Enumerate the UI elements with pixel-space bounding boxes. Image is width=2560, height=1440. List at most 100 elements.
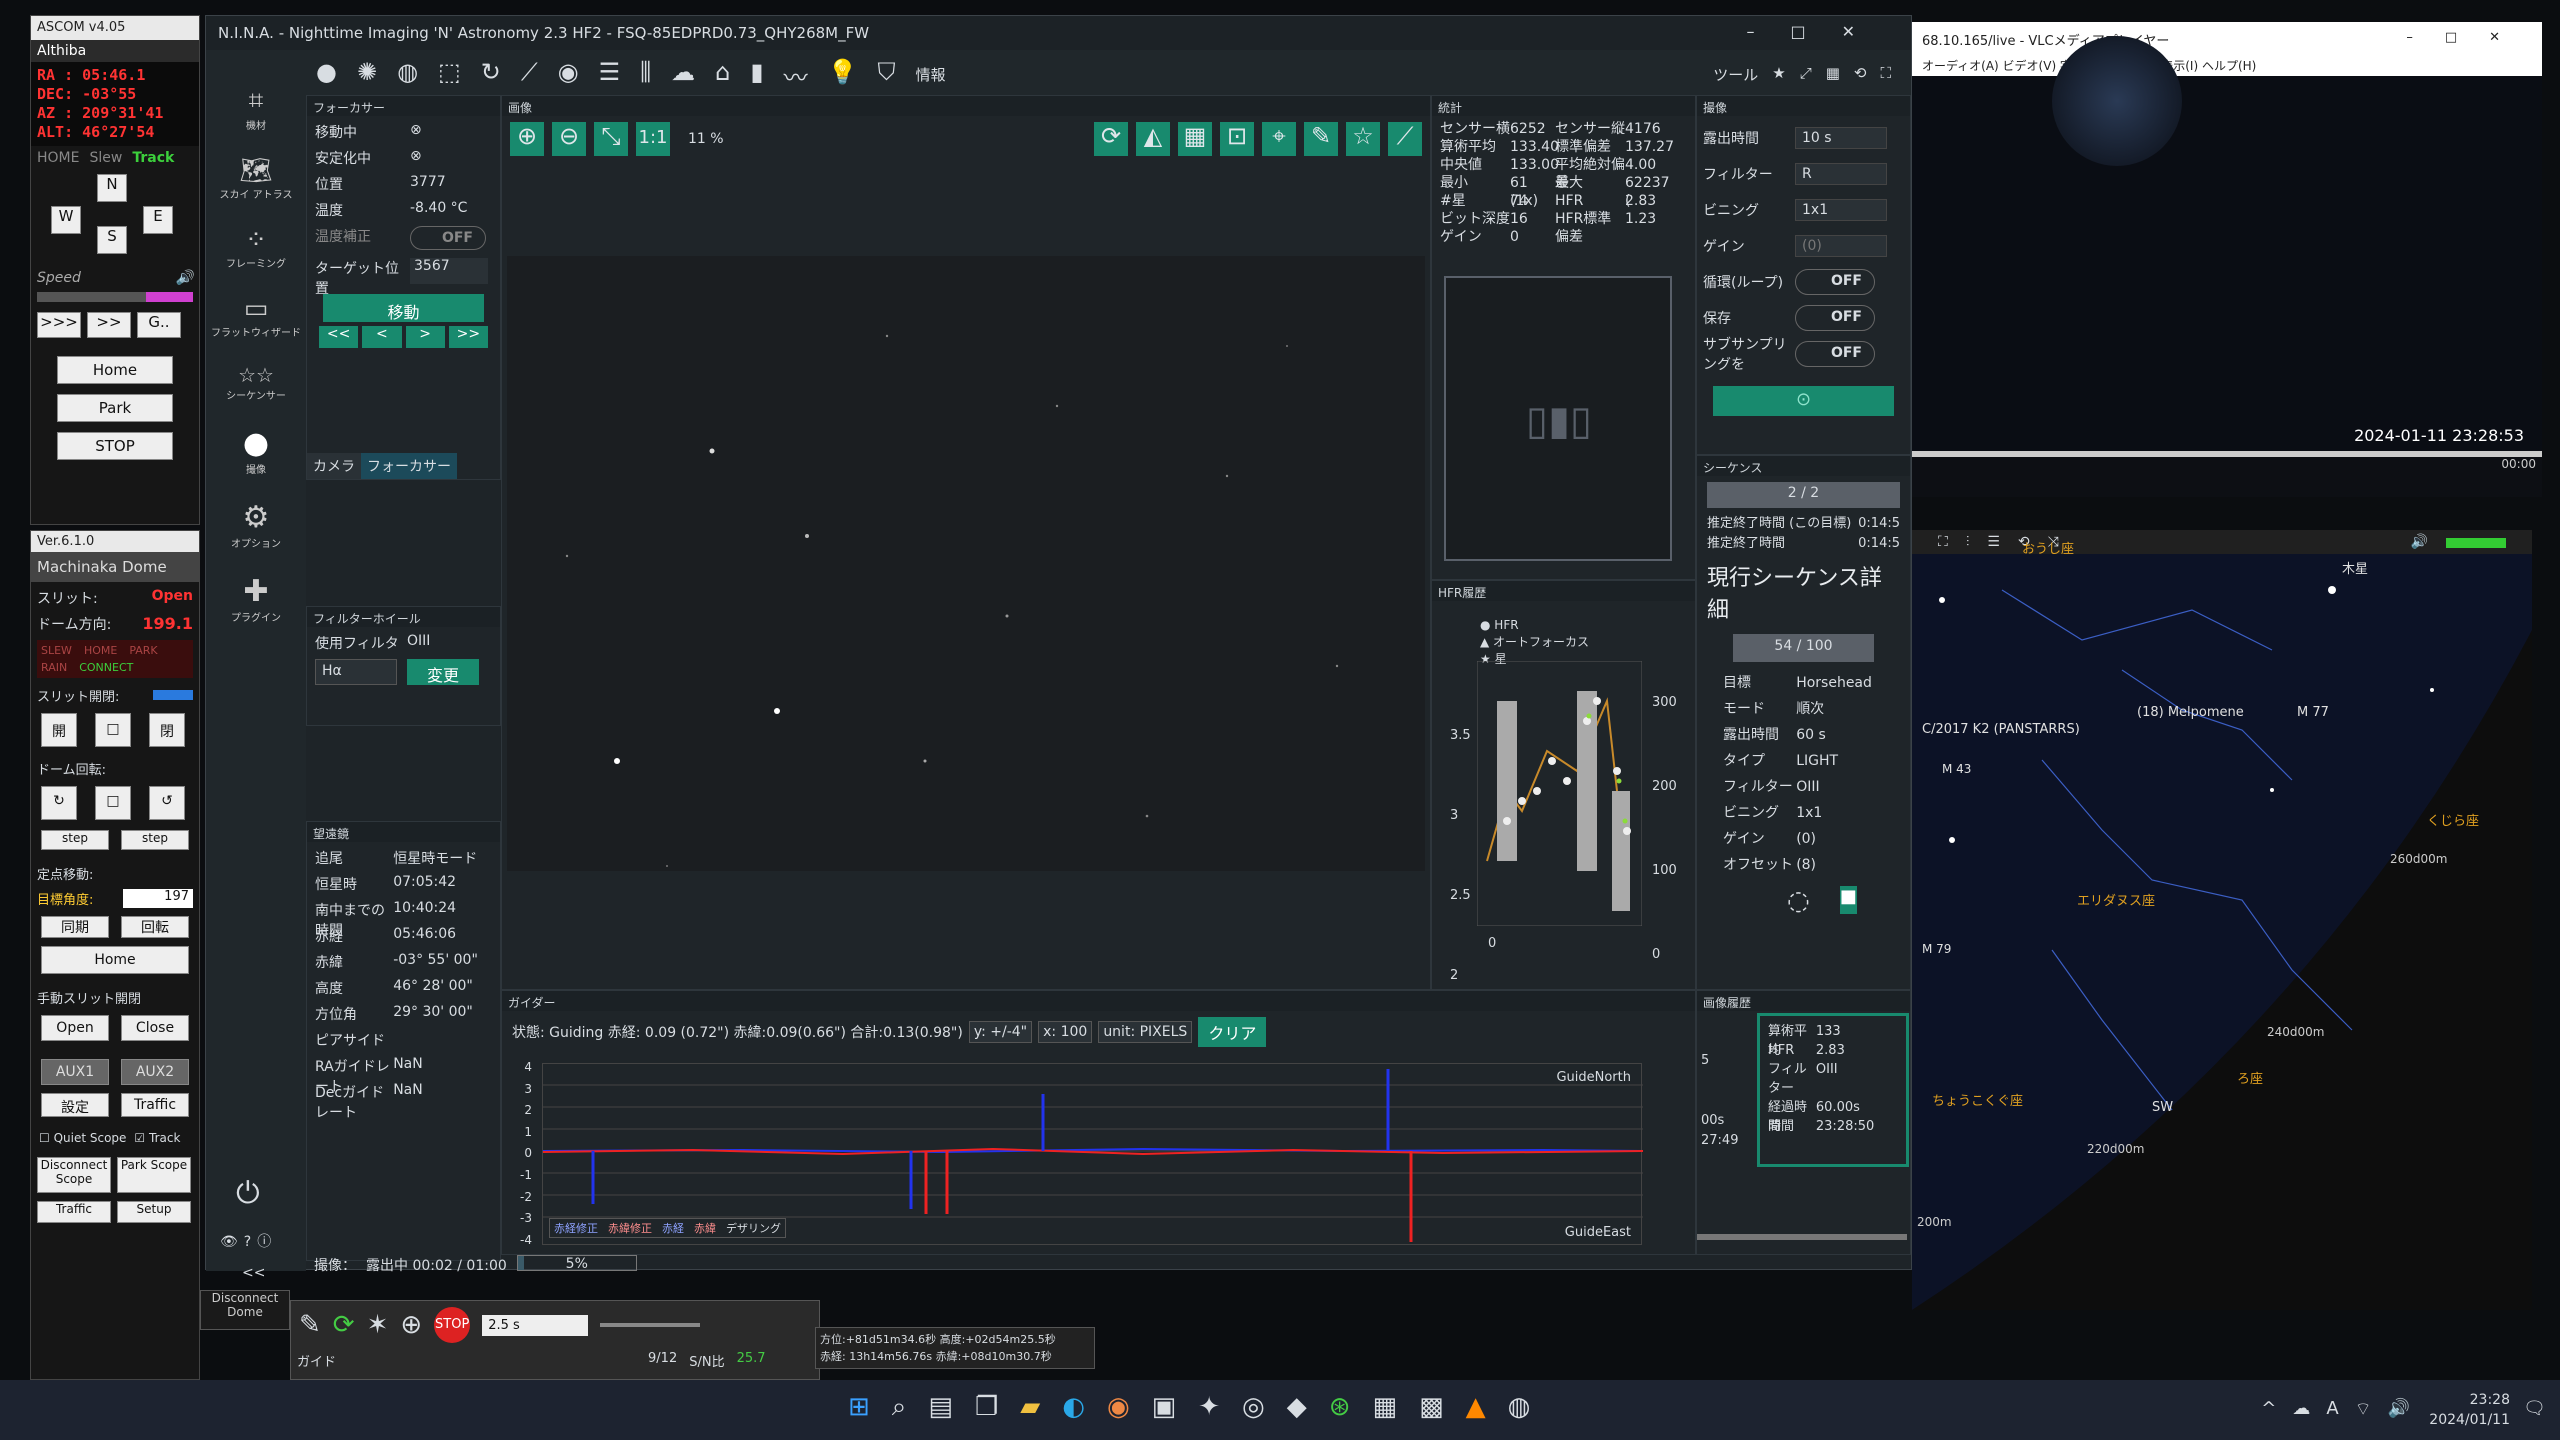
imaging-toggle[interactable]: OFF (1795, 305, 1875, 331)
one-to-one-button[interactable]: 1:1 (636, 122, 670, 156)
history-scrollbar[interactable] (1697, 1234, 1907, 1240)
calc-icon[interactable]: ▦ (1372, 1392, 1397, 1423)
setup-button[interactable]: Setup (117, 1201, 191, 1223)
imaging-toggle[interactable]: OFF (1795, 269, 1875, 295)
rotate-image-icon[interactable]: ⟳ (1094, 122, 1128, 156)
folder-icon[interactable]: ▰ (1020, 1392, 1040, 1423)
sidebar-framing[interactable]: ⁘ フレーミング (226, 225, 286, 270)
rotate-stop-button[interactable]: □ (95, 786, 131, 820)
phd-icon[interactable]: ◆ (1287, 1392, 1307, 1423)
volume-icon[interactable]: 🔊 (2411, 534, 2428, 550)
step-left-button[interactable]: step (41, 830, 109, 850)
imaging-setting-input[interactable]: R (1795, 163, 1887, 185)
playlist-icon[interactable]: ☰ (1987, 534, 2000, 550)
star-detect-icon[interactable]: ☆ (1346, 122, 1380, 156)
disconnect-dome-button[interactable]: Disconnect Dome (200, 1290, 290, 1330)
chevron-up-icon[interactable]: ^ (2261, 1398, 2276, 1421)
rotator-icon[interactable]: ⬚ (438, 58, 461, 93)
wifi-icon[interactable]: ⌔ (2355, 1398, 2372, 1421)
target-app-icon[interactable]: ⊛ (1329, 1392, 1351, 1423)
west-button[interactable]: W (51, 206, 81, 234)
speed-bar[interactable] (37, 292, 193, 302)
traffic-button[interactable]: Traffic (37, 1201, 111, 1223)
sidebar-plugins[interactable]: ✚ プラグイン (231, 574, 281, 624)
chrome-icon[interactable]: ◉ (1107, 1392, 1130, 1423)
north-button[interactable]: N (97, 174, 127, 202)
slit-stop-button[interactable]: □ (95, 713, 131, 747)
volume-bar[interactable] (2446, 538, 2506, 548)
imaging-toggle[interactable]: OFF (1795, 341, 1875, 367)
rotate-cw-button[interactable]: ↺ (149, 786, 185, 820)
target-position-input[interactable]: 3567 (410, 258, 488, 284)
rotate-button[interactable]: 回転 (121, 916, 189, 938)
y-scale-select[interactable]: y: +/-4" (968, 1021, 1033, 1043)
aux1-button[interactable]: AUX1 (41, 1059, 109, 1085)
vlc-video[interactable]: 2024-01-11 23:28:53 (1912, 36, 2542, 451)
rotate-ccw-button[interactable]: ↻ (41, 786, 77, 820)
temp-comp-toggle[interactable]: OFF (410, 226, 486, 250)
eq-icon[interactable]: ⫶ (1966, 534, 1970, 550)
start-icon[interactable]: ⊞ (848, 1392, 870, 1423)
history-thumb[interactable]: 算術平均 133 HFR 2.83 フィルター OIII 経過時間 60.00s 時間 23:28… (1757, 1013, 1909, 1167)
sequence-stop-button[interactable]: ■ (1839, 886, 1857, 914)
layout-icon[interactable]: ⤢ (1800, 64, 1812, 85)
flip-icon[interactable]: ◭ (1136, 122, 1170, 156)
star-select-icon[interactable]: ✶ (367, 1310, 389, 1340)
unit-select[interactable]: unit: PIXELS (1098, 1021, 1193, 1043)
exposure-select[interactable]: 2.5 s (482, 1314, 589, 1336)
focuser-icon[interactable]: ◍ (397, 58, 418, 93)
volume-icon[interactable]: 🔊 (2388, 1398, 2410, 1421)
speaker-icon[interactable]: 🔊 (176, 270, 193, 286)
collapse-icon[interactable]: << (242, 1265, 265, 1281)
filter-select[interactable]: Hα (315, 659, 397, 685)
south-button[interactable]: S (97, 226, 127, 254)
aux2-button[interactable]: AUX2 (121, 1059, 189, 1085)
stellarium-icon[interactable]: ◍ (1508, 1392, 1531, 1423)
star-image[interactable] (507, 256, 1425, 871)
imaging-setting-input[interactable]: (0) (1795, 235, 1887, 257)
manual-close-button[interactable]: Close (121, 1015, 189, 1041)
grid-overlay-icon[interactable]: ▦ (1178, 122, 1212, 156)
vlc-window-controls[interactable]: –□✕ (2406, 30, 2532, 45)
x-scale-select[interactable]: x: 100 (1038, 1021, 1093, 1043)
dome-settings-button[interactable]: 設定 (41, 1093, 109, 1117)
vlc-icon[interactable]: ▲ (1466, 1392, 1486, 1423)
sidebar-flatwizard[interactable]: ▭ フラットウィザード (211, 294, 301, 339)
history-icon[interactable]: ⟲ (1854, 64, 1867, 85)
gamma-slider[interactable] (600, 1323, 701, 1327)
tools-button[interactable]: ツール (1713, 64, 1758, 85)
speed-mid-button[interactable]: >> (87, 312, 131, 338)
sidebar-equipment[interactable]: ⌗ 機材 (246, 86, 266, 132)
sync-button[interactable]: 同期 (41, 916, 109, 938)
help-icons[interactable]: 👁?ⓘ (220, 1231, 277, 1251)
autostretch-icon[interactable]: ✎ (1304, 122, 1338, 156)
annotate-icon[interactable]: ⊡ (1220, 122, 1254, 156)
dome-home-button[interactable]: Home (41, 946, 189, 974)
disconnect-scope-button[interactable]: Disconnect Scope (37, 1157, 111, 1193)
nina-icon[interactable]: ◎ (1242, 1392, 1265, 1423)
target-angle-input[interactable]: 197 (123, 889, 193, 908)
focuser-in-button[interactable]: < (362, 326, 402, 348)
zoom-in-icon[interactable]: ⊕ (510, 122, 544, 156)
tab-focuser[interactable]: フォーカサー (361, 453, 457, 479)
taskview-icon[interactable]: ❐ (975, 1392, 998, 1423)
sidebar-skyatlas[interactable]: 🗺 スカイ アトラス (220, 156, 293, 201)
photo-icon[interactable]: ▣ (1152, 1392, 1177, 1423)
speed-fast-button[interactable]: >>> (37, 312, 81, 338)
park-scope-button[interactable]: Park Scope (117, 1157, 191, 1193)
filterwheel-icon[interactable]: ✺ (357, 58, 377, 93)
switch-icon[interactable]: ☰ (599, 58, 621, 93)
astro-icon[interactable]: ✦ (1198, 1392, 1220, 1423)
telescope-icon[interactable]: ⟋ (521, 58, 538, 93)
guider-icon[interactable]: ◉ (558, 58, 579, 93)
fullscreen-icon[interactable]: ⛶ (1938, 534, 1948, 550)
cloud-icon[interactable]: ☁ (2292, 1398, 2310, 1421)
flatpanel-icon[interactable]: ⫼ (640, 58, 651, 93)
power-icon[interactable]: ⏻ (236, 1176, 260, 1211)
quiet-checkbox[interactable]: ☐ Quiet Scope (39, 1131, 126, 1145)
search-icon[interactable]: ⌕ (892, 1392, 907, 1423)
guider-clear-button[interactable]: クリア (1198, 1017, 1267, 1047)
capture-button[interactable]: ⊙ (1713, 386, 1894, 416)
dome-traffic-button[interactable]: Traffic (121, 1093, 189, 1117)
park-button[interactable]: Park (57, 394, 173, 422)
